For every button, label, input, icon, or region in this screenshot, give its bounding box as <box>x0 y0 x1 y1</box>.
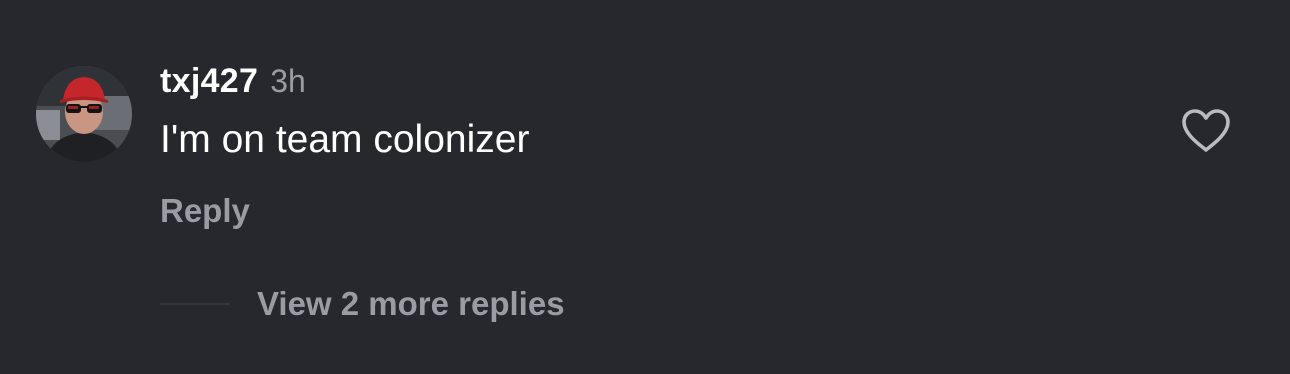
username[interactable]: txj427 <box>160 62 258 101</box>
view-replies-label: View 2 more replies <box>257 285 565 322</box>
comment-meta: txj427 3h <box>160 62 306 106</box>
comment-item: txj427 3h I'm on team colonizer Reply Vi… <box>0 0 1290 374</box>
timestamp: 3h <box>270 63 306 99</box>
like-button[interactable] <box>1181 108 1231 154</box>
profile-photo-icon <box>36 66 132 162</box>
comment-text: I'm on team colonizer <box>160 118 530 161</box>
avatar[interactable] <box>36 66 132 162</box>
divider <box>160 303 230 305</box>
heart-outline-icon <box>1182 109 1230 152</box>
view-replies-button[interactable]: View 2 more replies <box>160 282 565 326</box>
reply-button[interactable]: Reply <box>160 192 250 230</box>
